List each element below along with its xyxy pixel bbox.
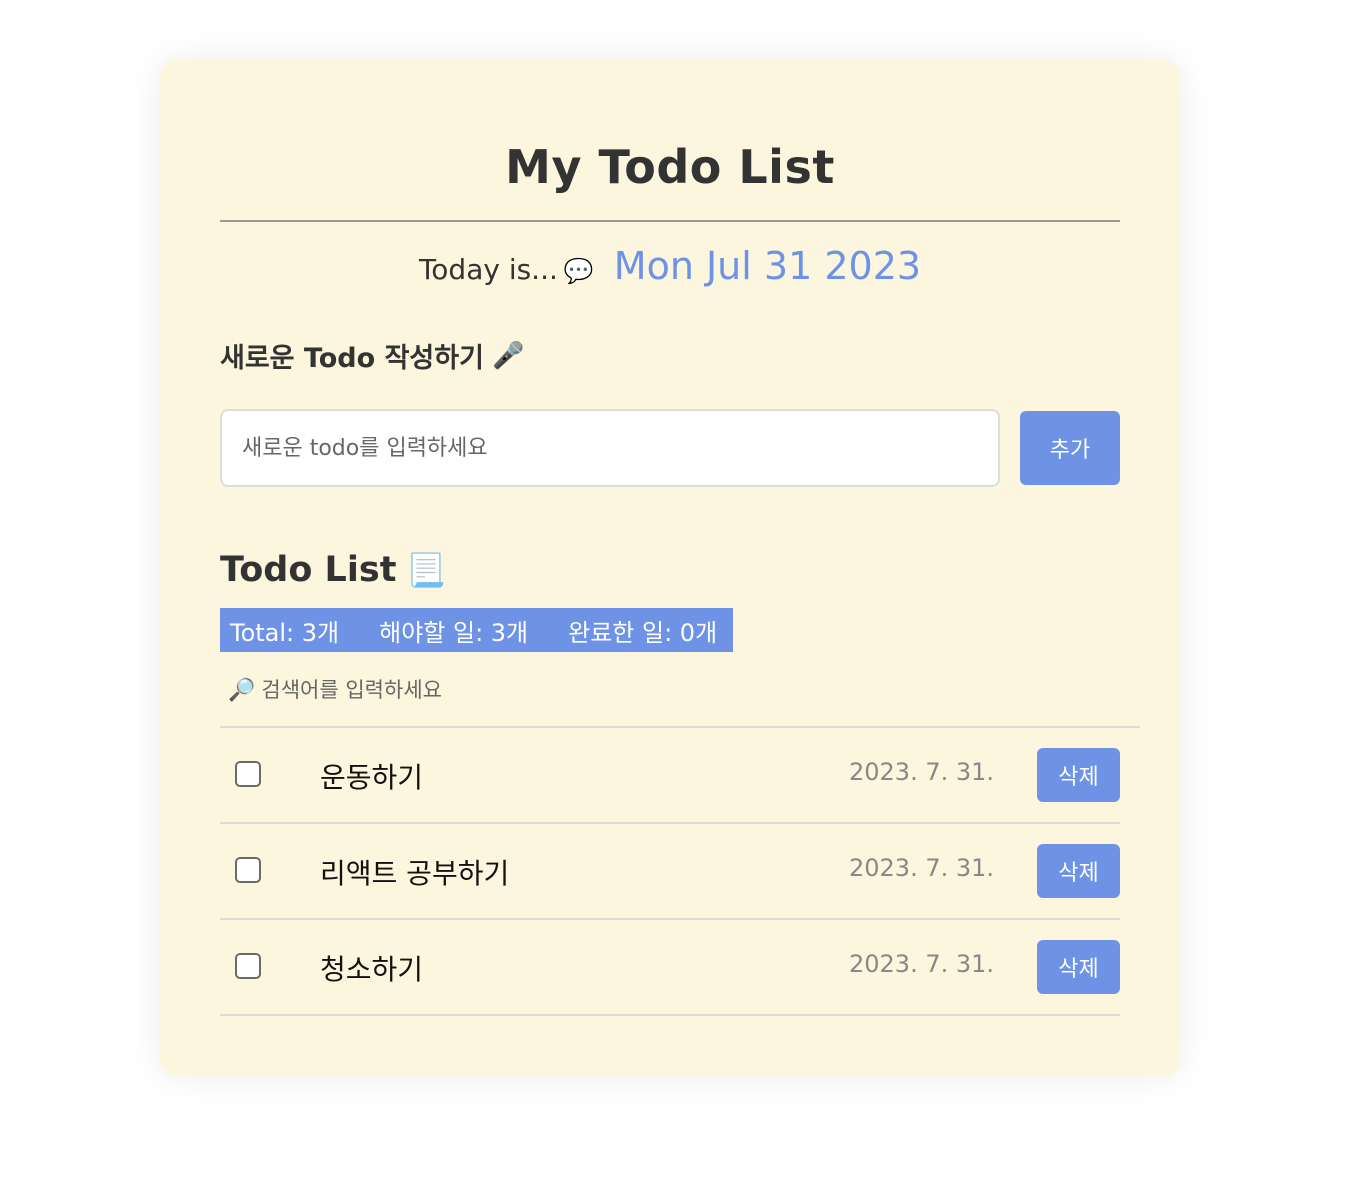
microphone-icon: 🎤 bbox=[491, 340, 525, 371]
scroll-icon: 📃 bbox=[406, 551, 447, 589]
todo-text: 운동하기 bbox=[320, 761, 424, 794]
todo-text: 청소하기 bbox=[320, 953, 424, 986]
stats-bar: Total: 3개 해야할 일: 3개 완료한 일: 0개 bbox=[220, 608, 733, 652]
todo-checkbox[interactable] bbox=[235, 761, 261, 787]
todo-date: 2023. 7. 31. bbox=[849, 758, 995, 786]
todo-text: 리액트 공부하기 bbox=[320, 857, 510, 890]
stat-done: 완료한 일: 0개 bbox=[568, 618, 718, 647]
magnifier-icon: 🔎 bbox=[228, 677, 256, 703]
todo-date: 2023. 7. 31. bbox=[849, 854, 995, 882]
new-todo-heading: 새로운 Todo 작성하기 🎤 bbox=[220, 336, 524, 375]
stat-total: Total: 3개 bbox=[230, 618, 340, 647]
delete-button[interactable]: 삭제 bbox=[1037, 844, 1120, 898]
search-input[interactable] bbox=[261, 672, 1140, 708]
todo-list: 운동하기 2023. 7. 31. 삭제 리액트 공부하기 2023. 7. 3… bbox=[220, 728, 1120, 1016]
todo-checkbox[interactable] bbox=[235, 857, 261, 883]
todo-item: 청소하기 2023. 7. 31. 삭제 bbox=[220, 920, 1120, 1016]
todo-item: 리액트 공부하기 2023. 7. 31. 삭제 bbox=[220, 824, 1120, 920]
today-date: Mon Jul 31 2023 bbox=[613, 244, 922, 288]
add-button[interactable]: 추가 bbox=[1020, 411, 1120, 485]
new-todo-heading-text: 새로운 Todo 작성하기 bbox=[220, 343, 484, 374]
new-todo-input[interactable] bbox=[220, 409, 1000, 487]
todo-card: My Todo List Today is... 💬 Mon Jul 31 20… bbox=[160, 60, 1180, 1076]
page-title: My Todo List bbox=[505, 140, 835, 194]
today-label: Today is... bbox=[418, 253, 558, 286]
todo-item: 운동하기 2023. 7. 31. 삭제 bbox=[220, 728, 1120, 824]
todo-list-heading: Todo List 📃 bbox=[220, 550, 446, 590]
title-divider bbox=[220, 220, 1120, 222]
today-row: Today is... 💬 Mon Jul 31 2023 bbox=[220, 244, 1120, 288]
todo-list-heading-text: Todo List bbox=[220, 550, 397, 590]
delete-button[interactable]: 삭제 bbox=[1037, 940, 1120, 994]
stat-todo: 해야할 일: 3개 bbox=[379, 618, 529, 647]
speech-bubble-icon: 💬 bbox=[563, 257, 594, 285]
todo-checkbox[interactable] bbox=[235, 953, 261, 979]
search-row: 🔎 bbox=[228, 670, 1140, 710]
todo-date: 2023. 7. 31. bbox=[849, 950, 995, 978]
delete-button[interactable]: 삭제 bbox=[1037, 748, 1120, 802]
